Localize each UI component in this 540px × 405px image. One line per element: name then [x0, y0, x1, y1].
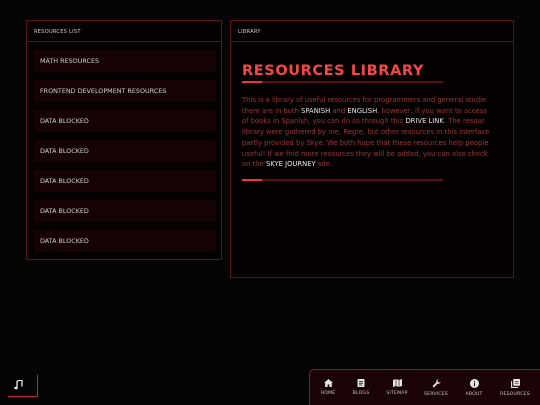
wrench-icon — [432, 379, 441, 388]
description-line: them are in both SPANISH and ENGLISH, ho… — [242, 106, 487, 115]
description-line: useful! If we find more resources they w… — [242, 149, 488, 158]
resource-item-blocked[interactable]: DATA BLOCKED — [34, 200, 216, 222]
title-progress-fill — [242, 81, 263, 83]
library-header: LIBRARY — [231, 21, 513, 42]
resource-item-blocked[interactable]: DATA BLOCKED — [34, 170, 216, 192]
resource-item-math[interactable]: MATH RESOURCES — [34, 50, 216, 72]
nav-sitemap[interactable]: SITEMAP — [379, 379, 415, 403]
nav-blogs[interactable]: BLOGS — [343, 379, 379, 403]
music-toggle-button[interactable] — [8, 375, 38, 397]
resource-item-label: MATH RESOURCES — [40, 57, 100, 65]
nav-label: BLOGS — [352, 391, 370, 396]
library-description: This is a library of useful resources fo… — [242, 95, 513, 170]
nav-label: SERVICES — [424, 392, 448, 397]
drive-link[interactable]: DRIVE LINK — [405, 117, 443, 125]
map-icon — [392, 379, 402, 387]
resource-item-label: DATA BLOCKED — [40, 117, 89, 125]
resources-icon — [510, 379, 520, 388]
resource-item-blocked[interactable]: DATA BLOCKED — [34, 110, 216, 132]
skye-journey-link[interactable]: SKYE JOURNEY — [266, 160, 316, 168]
resource-item-label: FRONTEND DEVELOPMENT RESOURCES — [40, 87, 167, 95]
document-icon — [357, 379, 365, 387]
bottom-progress-fill — [242, 179, 263, 181]
description-line: This is a library of useful resources fo… — [242, 96, 487, 104]
library-panel: LIBRARY RESOURCES LIBRARY This is a libr… — [230, 20, 514, 278]
resource-item-frontend[interactable]: FRONTEND DEVELOPMENT RESOURCES — [34, 80, 216, 102]
description-line: of books in Spanish, you can do so throu… — [242, 117, 485, 126]
english-highlight: ENGLISH — [347, 106, 378, 115]
resource-item-label: DATA BLOCKED — [40, 177, 89, 185]
bottom-progress-bar — [242, 179, 443, 181]
info-icon — [469, 379, 479, 388]
title-progress-bar — [242, 81, 443, 83]
nav-about[interactable]: ABOUT — [456, 379, 492, 403]
nav-label: HOME — [320, 391, 336, 396]
nav-home[interactable]: HOME — [310, 379, 346, 403]
nav-services[interactable]: SERVICES — [418, 379, 454, 403]
description-line: partly provided by Skye. We both hope th… — [242, 138, 489, 147]
description-line: on the SKYE JOURNEY site. — [242, 160, 333, 169]
resources-list-header: RESOURCES LIST — [27, 21, 221, 42]
description-line: library were gathered by me, Regre, but … — [242, 128, 490, 137]
library-title: RESOURCES LIBRARY — [242, 63, 424, 79]
resource-item-blocked[interactable]: DATA BLOCKED — [34, 230, 216, 252]
resource-item-label: DATA BLOCKED — [40, 207, 89, 215]
resources-list-panel: RESOURCES LIST MATH RESOURCES FRONTEND D… — [26, 20, 222, 260]
resource-item-label: DATA BLOCKED — [40, 237, 89, 245]
home-icon — [323, 379, 333, 387]
resource-item-blocked[interactable]: DATA BLOCKED — [34, 140, 216, 162]
spanish-highlight: SPANISH — [301, 106, 331, 115]
bottom-navbar: HOME BLOGS SITEMAP SERVICES ABOUT RESOUR… — [309, 369, 540, 405]
music-note-icon — [14, 380, 23, 390]
nav-label: ABOUT — [465, 392, 483, 397]
nav-label: SITEMAP — [386, 391, 408, 396]
nav-resources[interactable]: RESOURCES — [497, 379, 533, 403]
nav-label: RESOURCES — [500, 392, 530, 397]
resource-item-label: DATA BLOCKED — [40, 147, 89, 155]
